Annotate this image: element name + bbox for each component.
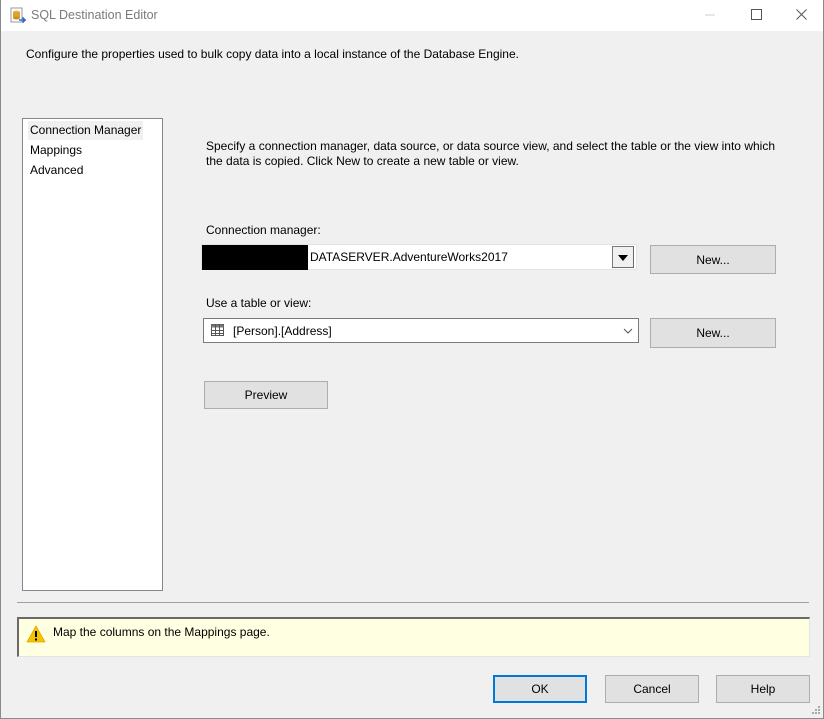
nav-item-advanced[interactable]: Advanced	[28, 161, 85, 180]
status-message-box: Map the columns on the Mappings page.	[17, 617, 810, 657]
ok-button[interactable]: OK	[493, 675, 587, 703]
sql-destination-icon	[10, 7, 27, 24]
dropdown-arrow-icon	[618, 250, 628, 264]
nav-item-mappings[interactable]: Mappings	[28, 141, 84, 160]
preview-button[interactable]: Preview	[204, 381, 328, 409]
minimize-button[interactable]	[687, 0, 733, 31]
maximize-icon	[750, 8, 762, 23]
redacted-region	[202, 245, 308, 270]
table-or-view-label: Use a table or view:	[206, 296, 312, 310]
title-bar: SQL Destination Editor	[1, 0, 823, 31]
maximize-button[interactable]	[733, 0, 779, 31]
nav-item-connection-manager[interactable]: Connection Manager	[28, 121, 144, 140]
dialog-description: Configure the properties used to bulk co…	[26, 47, 519, 61]
new-table-button[interactable]: New...	[650, 318, 776, 348]
resize-grip-icon[interactable]	[810, 705, 820, 715]
cancel-button[interactable]: Cancel	[605, 675, 699, 703]
new-connection-button[interactable]: New...	[650, 245, 776, 274]
page-nav-list: Connection Manager Mappings Advanced	[22, 118, 163, 591]
sql-destination-editor-window: SQL Destination Editor Configure the pro…	[0, 0, 824, 719]
status-message: Map the columns on the Mappings page.	[53, 625, 270, 639]
connection-manager-value: DATASERVER.AdventureWorks2017	[310, 250, 508, 264]
close-button[interactable]	[778, 0, 824, 31]
connection-manager-combo[interactable]: DATASERVER.AdventureWorks2017	[201, 244, 637, 270]
table-icon	[211, 324, 224, 336]
connection-manager-label: Connection manager:	[206, 223, 321, 237]
chevron-down-icon[interactable]	[623, 325, 633, 335]
minimize-icon	[705, 9, 715, 23]
instructions-text: Specify a connection manager, data sourc…	[206, 139, 775, 168]
close-icon	[795, 8, 807, 23]
table-or-view-combo[interactable]: [Person].[Address]	[203, 318, 639, 343]
connection-manager-dropdown-button[interactable]	[612, 246, 634, 268]
help-button[interactable]: Help	[716, 675, 810, 703]
table-or-view-value: [Person].[Address]	[233, 324, 332, 338]
window-title: SQL Destination Editor	[31, 8, 158, 22]
warning-icon	[26, 625, 46, 643]
separator	[17, 602, 809, 603]
